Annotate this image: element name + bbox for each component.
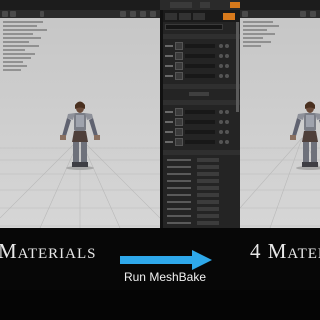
viewport-stats-overlay: [3, 21, 51, 73]
viewport-maximize-button[interactable]: [310, 11, 316, 17]
toolbar-button-browse[interactable]: [179, 13, 191, 20]
add-element-button[interactable]: [189, 92, 209, 96]
materials-section-header[interactable]: [163, 34, 240, 39]
arrow-label: Run MeshBake: [123, 270, 207, 284]
material-slot-row[interactable]: [165, 128, 238, 136]
viewport-lit-button[interactable]: [40, 11, 44, 17]
armored-character-model[interactable]: [284, 96, 320, 170]
material-thumbnail-icon: [175, 128, 183, 136]
settings-section-header[interactable]: [163, 150, 240, 155]
material-slot-row[interactable]: [165, 62, 238, 70]
material-slot-row[interactable]: [165, 108, 238, 116]
panel-tab-details[interactable]: [170, 2, 192, 8]
viewport-perspective-button[interactable]: [10, 11, 16, 17]
viewport-toolbar: [0, 10, 160, 18]
after-caption: 4 Materi: [250, 239, 320, 263]
viewport-before[interactable]: [0, 10, 160, 228]
panel-scrollbar[interactable]: [236, 22, 239, 112]
viewport-title-bar: [0, 0, 160, 10]
material-thumbnail-icon: [175, 138, 183, 146]
mesh-section-header[interactable]: [163, 84, 240, 89]
material-thumbnail-icon: [175, 118, 183, 126]
property-row[interactable]: [167, 172, 237, 177]
toolbar-button-settings[interactable]: [223, 13, 235, 20]
viewport-maximize-button[interactable]: [150, 11, 156, 17]
viewport-after[interactable]: [240, 10, 320, 228]
material-slot-row[interactable]: [165, 42, 238, 50]
viewport-toolbar: [240, 10, 320, 18]
viewport-snap-button[interactable]: [300, 11, 306, 17]
viewport-menu-button[interactable]: [2, 11, 8, 17]
viewport-snap-button[interactable]: [130, 11, 136, 17]
property-row[interactable]: [167, 158, 237, 163]
material-slot-row[interactable]: [165, 72, 238, 80]
property-row[interactable]: [167, 179, 237, 184]
viewport-grid-button[interactable]: [120, 11, 126, 17]
property-row[interactable]: [167, 186, 237, 191]
panel-active-tab[interactable]: [230, 2, 240, 8]
material-thumbnail-icon: [175, 108, 183, 116]
details-search-input[interactable]: [165, 24, 223, 30]
footer-band: [0, 290, 320, 320]
toolbar-button-bake[interactable]: [193, 13, 205, 20]
material-slot-row[interactable]: [165, 52, 238, 60]
property-row[interactable]: [167, 165, 237, 170]
panel-tab-close[interactable]: [200, 2, 210, 8]
material-slot-row[interactable]: [165, 138, 238, 146]
editor-screenshot: [0, 0, 320, 228]
material-thumbnail-icon: [175, 52, 183, 60]
material-thumbnail-icon: [175, 72, 183, 80]
viewport-camera-speed-button[interactable]: [140, 11, 146, 17]
armored-character-model[interactable]: [54, 96, 106, 170]
property-row[interactable]: [167, 214, 237, 219]
material-thumbnail-icon: [175, 42, 183, 50]
viewport-menu-button[interactable]: [242, 11, 248, 17]
material-slot-row[interactable]: [165, 118, 238, 126]
viewport-stats-overlay: [243, 21, 283, 49]
lod-section-header[interactable]: [163, 100, 240, 105]
before-caption: Materials: [0, 239, 97, 263]
property-row[interactable]: [167, 221, 237, 226]
panel-toolbar: [163, 10, 240, 22]
property-row[interactable]: [167, 200, 237, 205]
material-thumbnail-icon: [175, 62, 183, 70]
caption-band: Materials Run MeshBake 4 Materi: [0, 228, 320, 290]
viewport-title-bar: [240, 0, 320, 10]
right-arrow-icon: [120, 250, 212, 270]
property-row[interactable]: [167, 207, 237, 212]
property-row[interactable]: [167, 193, 237, 198]
toolbar-button-save[interactable]: [165, 13, 177, 20]
details-panel: [163, 10, 240, 228]
